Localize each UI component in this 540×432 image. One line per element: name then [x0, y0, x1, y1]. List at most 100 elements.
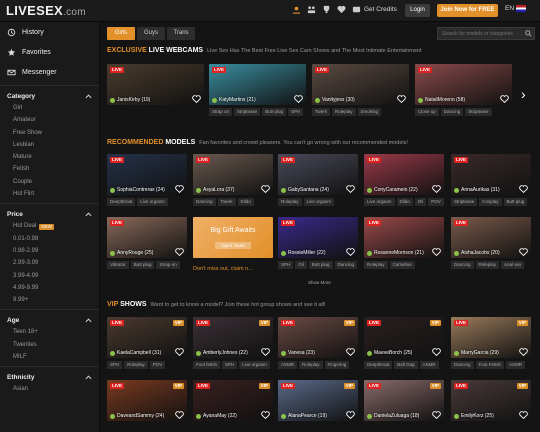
model-card[interactable]: LIVE VIP Vanesa (23) ASMR Roleplay Fingerin…	[278, 317, 358, 369]
model-thumbnail[interactable]: LIVE VIP KaelaCampbell (31)	[107, 317, 187, 358]
tag[interactable]: Roleplay	[124, 361, 148, 369]
tag[interactable]: Striptease	[451, 198, 478, 206]
model-thumbnail[interactable]: LIVE NataliMoreno (58)	[415, 64, 512, 105]
tag[interactable]: Oil	[414, 198, 427, 206]
model-thumbnail[interactable]: LIVE VIP DanielaZuluaga (18)	[364, 380, 444, 421]
heart-icon[interactable]	[294, 95, 303, 103]
tag[interactable]: Striptease	[465, 108, 492, 116]
language-selector[interactable]: EN	[505, 5, 527, 12]
tag[interactable]: Butt plug	[262, 108, 287, 116]
tab-trans[interactable]: Trans	[167, 27, 195, 40]
model-card[interactable]: LIVE AnnaAurikas (31) Striptease Cosplay B…	[451, 154, 531, 206]
model-thumbnail[interactable]: LIVE GabySantana (24)	[278, 154, 358, 195]
tag[interactable]: Roleplay	[332, 108, 356, 116]
model-thumbnail[interactable]: LIVE RoxanneMorrison (21)	[364, 217, 444, 258]
tag[interactable]: ASMR	[506, 361, 526, 369]
tag[interactable]: Vibrator	[107, 261, 129, 269]
heart-icon[interactable]	[346, 348, 355, 356]
tag[interactable]: Roleplay	[364, 261, 388, 269]
filter-category-item[interactable]: Hot Flirt	[0, 188, 99, 200]
tag[interactable]: Anal sex	[501, 261, 525, 269]
heart-icon[interactable]	[500, 95, 509, 103]
filter-age-item[interactable]: Twenties	[0, 339, 99, 351]
trophy-icon[interactable]	[322, 5, 331, 14]
model-thumbnail[interactable]: LIVE JanisKirby (19)	[107, 64, 204, 105]
heart-icon[interactable]	[432, 185, 441, 193]
promo-text[interactable]: Don't miss out, claim n...	[193, 266, 253, 272]
model-card[interactable]: LIVE NataliMoreno (58) Close up Dancing St…	[415, 64, 512, 116]
heart-icon[interactable]	[519, 248, 528, 256]
tab-guys[interactable]: Guys	[137, 27, 165, 40]
filter-price-item[interactable]: Hot Deal NEW	[0, 220, 99, 232]
tag[interactable]: Close up	[415, 108, 439, 116]
model-card[interactable]: LIVE VIP KaelaCampbell (31) SPH Roleplay PO…	[107, 317, 187, 369]
tag[interactable]: Twerk	[312, 108, 331, 116]
model-thumbnail[interactable]: LIVE VIP EmilyKorz (25)	[451, 380, 531, 421]
filter-price-item[interactable]: 3.99-4.99	[0, 270, 99, 282]
model-thumbnail[interactable]: LIVE RossieMiller (22)	[278, 217, 358, 258]
get-credits-link[interactable]: Get Credits	[352, 5, 397, 14]
tag[interactable]: Butt plug	[503, 198, 528, 206]
filter-ethnicity-item[interactable]: Asian	[0, 383, 99, 395]
model-card[interactable]: LIVE VIP MaeveBorch (25) Deepthroat Ball G…	[364, 317, 444, 369]
heart-icon[interactable]	[519, 348, 528, 356]
model-thumbnail[interactable]: LIVE SophiaContreras (24)	[107, 154, 187, 195]
heart-icon[interactable]	[346, 248, 355, 256]
model-thumbnail[interactable]: LIVE VIP MaeveBorch (25)	[364, 317, 444, 358]
filter-category-item[interactable]: Fetish	[0, 163, 99, 175]
model-thumbnail[interactable]: LIVE KatyMartins (21)	[209, 64, 306, 105]
search-input[interactable]	[437, 27, 535, 40]
tag[interactable]: Deepthroat	[364, 361, 393, 369]
model-thumbnail[interactable]: LIVE AnnaAurikas (31)	[451, 154, 531, 195]
tag[interactable]: Live orgasm	[303, 198, 335, 206]
tag[interactable]: Roleplay	[475, 261, 500, 269]
model-card[interactable]: LIVE RoxanneMorrison (21) Roleplay Camelt…	[364, 217, 444, 269]
filter-category-item[interactable]: Mature	[0, 151, 99, 163]
gift-promo[interactable]: Big Gift Awaits Open Yours	[193, 217, 273, 258]
filter-price-item[interactable]: 4.99-9.99	[0, 282, 99, 294]
model-card[interactable]: LIVE KatyMartins (21) Strap on Striptease…	[209, 64, 306, 116]
heart-icon[interactable]	[432, 411, 441, 419]
tag[interactable]: Striptease	[234, 108, 261, 116]
filter-category-header[interactable]: Category	[0, 89, 99, 102]
tag[interactable]: POV	[428, 198, 444, 206]
tag[interactable]: Roleplay	[299, 361, 323, 369]
heart-icon[interactable]	[346, 411, 355, 419]
heart-icon[interactable]	[261, 185, 270, 193]
tag[interactable]: Live orgasm	[137, 198, 168, 206]
filter-price-item[interactable]: 9.99+	[0, 294, 99, 306]
heart-icon[interactable]	[519, 411, 528, 419]
model-card[interactable]: LIVE VIP AmberlyJohnes (22) Foot fetish SP…	[193, 317, 273, 369]
tag[interactable]: Dancing	[193, 198, 216, 206]
heart-icon[interactable]	[175, 248, 184, 256]
tag[interactable]: Strap-on	[156, 261, 180, 269]
open-gift-button[interactable]: Open Yours	[215, 242, 251, 249]
heart-icon[interactable]	[261, 348, 270, 356]
model-thumbnail[interactable]: LIVE VIP AyanaMay (22)	[193, 380, 273, 421]
tag[interactable]: POV	[149, 361, 166, 369]
couple-icon[interactable]	[307, 5, 316, 14]
sidebar-nav-messenger[interactable]: Messenger	[0, 62, 99, 82]
tag[interactable]: SPH	[107, 361, 123, 369]
filter-age-item[interactable]: MILF	[0, 351, 99, 363]
heart-icon[interactable]	[519, 185, 528, 193]
tag[interactable]: SPH	[278, 261, 294, 269]
tag[interactable]: SPH	[288, 108, 304, 116]
filter-price-item[interactable]: 0.98-2.99	[0, 245, 99, 257]
tag[interactable]: Dancing	[440, 108, 464, 116]
model-card[interactable]: LIVE VIP DaveandSammy (24)	[107, 380, 187, 421]
model-thumbnail[interactable]: LIVE AnnyRouge (25)	[107, 217, 187, 258]
model-card[interactable]: LIVE RossieMiller (22) SPH Oil Butt plug Da…	[278, 217, 358, 269]
tag[interactable]: Smoking	[357, 108, 382, 116]
search-icon[interactable]	[525, 30, 532, 37]
tag[interactable]: Dildo	[396, 198, 413, 206]
model-thumbnail[interactable]: LIVE VIP MarryGarcia (29)	[451, 317, 531, 358]
model-card[interactable]: LIVE VIP EmilyKorz (25)	[451, 380, 531, 421]
heart-icon[interactable]	[175, 348, 184, 356]
model-card[interactable]: LIVE Vanityjess (30) Twerk Roleplay Smokin…	[312, 64, 409, 116]
model-thumbnail[interactable]: LIVE Vanityjess (30)	[312, 64, 409, 105]
tag[interactable]: Butt plug	[130, 261, 155, 269]
filter-category-item[interactable]: Couple	[0, 176, 99, 188]
tab-girls[interactable]: Girls	[107, 27, 135, 40]
sidebar-nav-favorites[interactable]: Favorites	[0, 42, 99, 62]
